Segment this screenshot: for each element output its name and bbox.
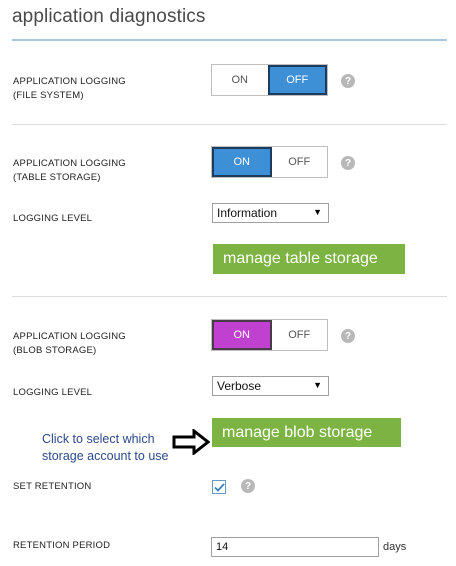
checkmark-icon — [213, 482, 225, 492]
retention-period-input[interactable]: 14 — [211, 537, 379, 557]
page-title: application diagnostics — [12, 6, 206, 27]
table-logging-level-label: LOGGING LEVEL — [13, 213, 93, 224]
chevron-down-icon: ▼ — [313, 207, 322, 217]
arrow-right-icon — [172, 429, 210, 455]
blob-storage-off-option[interactable]: OFF — [272, 320, 328, 350]
help-icon[interactable]: ? — [341, 329, 355, 343]
blob-storage-logging-toggle[interactable]: ON OFF — [211, 319, 328, 351]
help-icon[interactable]: ? — [341, 74, 355, 88]
manage-blob-storage-button[interactable]: manage blob storage — [212, 418, 401, 447]
table-storage-logging-label: APPLICATION LOGGING (TABLE STORAGE) — [13, 158, 126, 183]
blob-logging-level-label: LOGGING LEVEL — [13, 387, 93, 398]
table-storage-logging-toggle[interactable]: ON OFF — [211, 146, 328, 178]
title-underline — [12, 39, 447, 41]
file-system-logging-label: APPLICATION LOGGING (FILE SYSTEM) — [13, 76, 126, 101]
table-logging-level-select[interactable]: Information ▼ — [212, 203, 329, 223]
table-storage-off-option[interactable]: OFF — [272, 147, 328, 177]
manage-table-storage-button[interactable]: manage table storage — [213, 244, 405, 274]
file-system-off-option[interactable]: OFF — [267, 65, 327, 95]
set-retention-label: SET RETENTION — [13, 481, 92, 492]
help-icon[interactable]: ? — [241, 479, 255, 493]
file-system-logging-toggle[interactable]: ON OFF — [211, 64, 328, 96]
file-system-on-option[interactable]: ON — [212, 65, 268, 95]
section-divider — [12, 124, 447, 125]
blob-storage-logging-label: APPLICATION LOGGING (BLOB STORAGE) — [13, 331, 126, 356]
storage-account-annotation: Click to select which storage account to… — [42, 432, 169, 463]
set-retention-checkbox[interactable] — [212, 480, 226, 494]
table-storage-on-option[interactable]: ON — [212, 147, 272, 177]
blob-logging-level-select[interactable]: Verbose ▼ — [212, 376, 329, 396]
section-divider — [12, 296, 447, 297]
retention-period-units: days — [383, 541, 407, 553]
chevron-down-icon: ▼ — [313, 380, 322, 390]
blob-storage-on-option[interactable]: ON — [212, 320, 272, 350]
help-icon[interactable]: ? — [341, 156, 355, 170]
retention-period-label: RETENTION PERIOD — [13, 540, 111, 551]
